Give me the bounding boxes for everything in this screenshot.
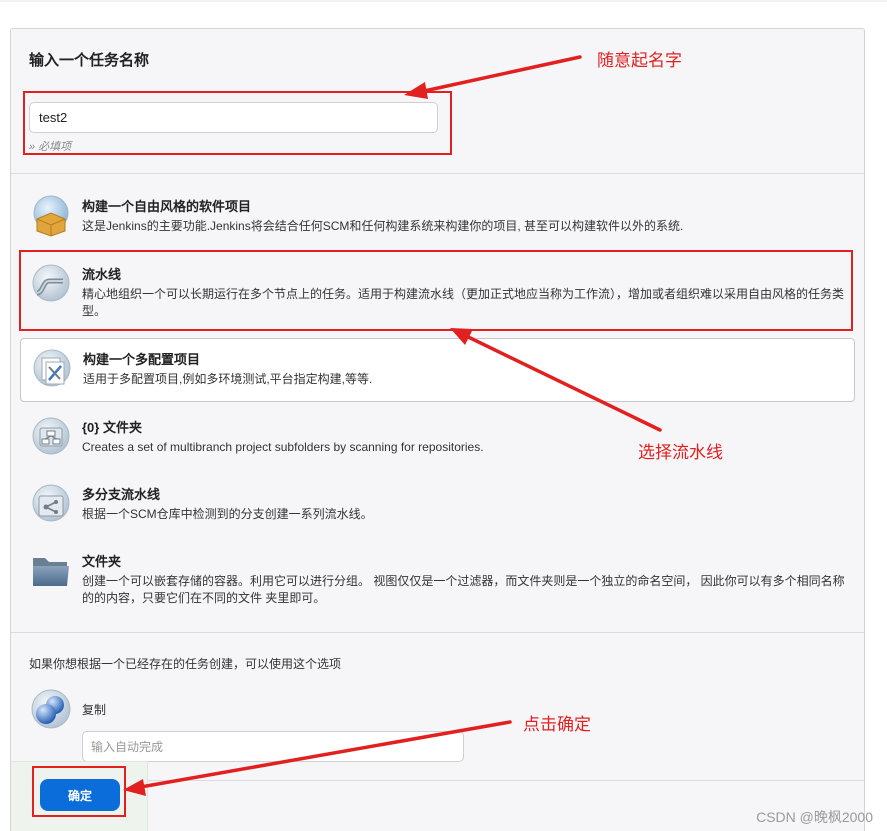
highlight-pipeline-box [19, 250, 853, 331]
section-divider [11, 632, 864, 633]
item-type-org-folder[interactable]: {0} 文件夹 Creates a set of multibranch pro… [20, 407, 855, 465]
item-type-freestyle[interactable]: 构建一个自由风格的软件项目 这是Jenkins的主要功能.Jenkins将会结合… [20, 186, 855, 244]
freestyle-project-icon [29, 193, 73, 237]
annotation-ok-hint: 点击确定 [523, 715, 591, 734]
section-divider [11, 173, 864, 174]
item-description: 创建一个可以嵌套存储的容器。利用它可以进行分组。 视图仅仅是一个过滤器，而文件夹… [82, 574, 845, 605]
item-title: 构建一个自由风格的软件项目 [82, 199, 252, 214]
multi-config-icon [30, 346, 74, 390]
item-description: 根据一个SCM仓库中检测到的分支创建一系列流水线。 [82, 507, 373, 521]
item-description: 这是Jenkins的主要功能.Jenkins将会结合任何SCM和任何构建系统来构… [82, 219, 684, 233]
folder-icon [29, 548, 73, 592]
annotation-name-hint: 随意起名字 [597, 51, 682, 70]
watermark: CSDN @晚枫2000 [756, 809, 873, 825]
copy-from-input[interactable] [82, 731, 464, 762]
item-title: 多分支流水线 [82, 487, 161, 502]
item-type-multi-config[interactable]: 构建一个多配置项目 适用于多配置项目,例如多环境测试,平台指定构建,等等. [20, 338, 855, 402]
item-type-folder[interactable]: 文件夹 创建一个可以嵌套存储的容器。利用它可以进行分组。 视图仅仅是一个过滤器，… [20, 541, 855, 617]
item-description: 适用于多配置项目,例如多环境测试,平台指定构建,等等. [83, 372, 373, 386]
copy-icon [29, 687, 73, 731]
annotation-pipeline-hint: 选择流水线 [638, 443, 723, 462]
highlight-ok-box [32, 766, 126, 817]
copy-label: 复制 [82, 703, 107, 717]
copy-section-label: 如果你想根据一个已经存在的任务创建，可以使用这个选项 [29, 657, 342, 671]
item-name-title: 输入一个任务名称 [29, 52, 150, 69]
org-folder-icon [29, 414, 73, 458]
item-title: {0} 文件夹 [82, 420, 142, 435]
multibranch-pipeline-icon [29, 481, 73, 525]
item-title: 构建一个多配置项目 [83, 352, 201, 367]
item-type-multibranch-pipeline[interactable]: 多分支流水线 根据一个SCM仓库中检测到的分支创建一系列流水线。 [20, 474, 855, 532]
top-divider [0, 0, 887, 2]
item-title: 文件夹 [82, 554, 122, 569]
item-description: Creates a set of multibranch project sub… [82, 440, 484, 454]
highlight-name-box [23, 91, 452, 155]
